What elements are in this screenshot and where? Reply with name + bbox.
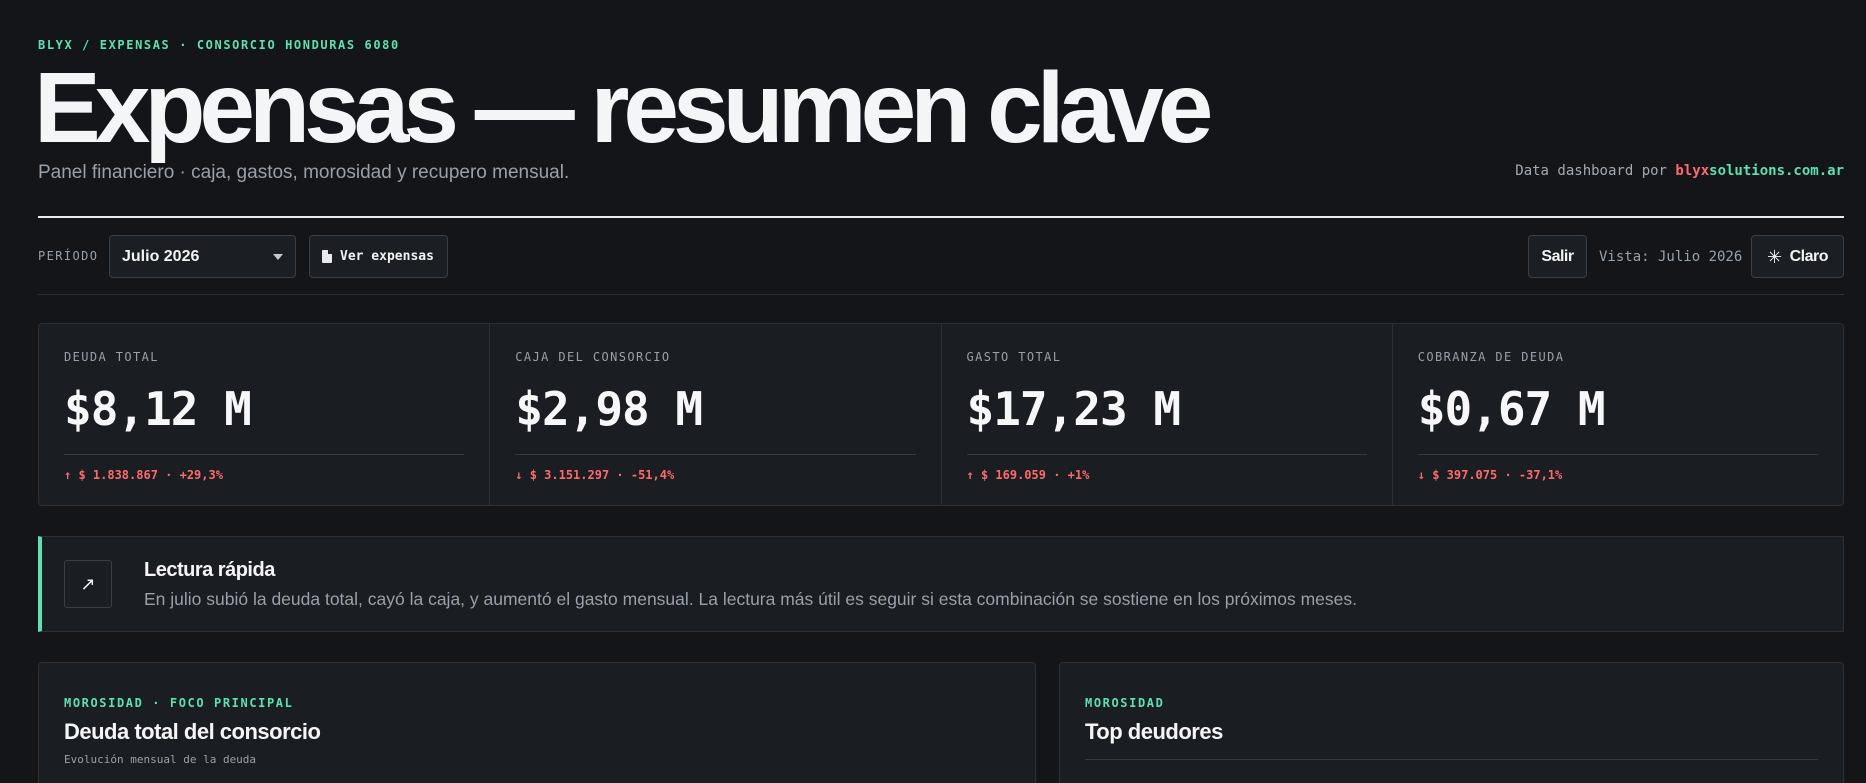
kpi-row: DEUDA TOTAL $8,12 M ↑ $ 1.838.867 · +29,… — [38, 323, 1844, 506]
kpi-card-deuda-total: DEUDA TOTAL $8,12 M ↑ $ 1.838.867 · +29,… — [39, 324, 491, 505]
toolbar-divider — [38, 294, 1844, 295]
kpi-value: $8,12 M — [64, 382, 252, 436]
credit-brand-b: solutions.com.ar — [1709, 163, 1844, 179]
panel-eyebrow: MOROSIDAD · FOCO PRINCIPAL — [64, 696, 294, 710]
page-title: Expensas — resumen clave — [34, 52, 1213, 164]
insight-text: En julio subió la deuda total, cayó la c… — [144, 589, 1358, 609]
trend-up-icon: ↗ — [64, 560, 112, 608]
toolbar: PERÍODO Julio 2026 Ver expensas Salir Vi… — [38, 234, 1844, 280]
panel-title: Deuda total del consorcio — [64, 719, 321, 744]
kpi-value: $17,23 M — [966, 382, 1182, 436]
panel-title: Top deudores — [1085, 719, 1223, 744]
kpi-card-caja: CAJA DEL CONSORCIO $2,98 M ↓ $ 3.151.297… — [490, 324, 942, 505]
credit-brand-a: blyx — [1675, 163, 1710, 179]
kpi-delta: ↓ $ 3.151.297 · -51,4% — [515, 468, 675, 482]
insight-callout: ↗ Lectura rápida En julio subió la deuda… — [38, 536, 1844, 632]
kpi-value: $0,67 M — [1417, 382, 1606, 436]
theme-toggle-label: Claro — [1789, 247, 1829, 265]
kpi-delta: ↑ $ 1.838.867 · +29,3% — [64, 468, 223, 482]
kpi-card-cobranza: COBRANZA DE DEUDA $0,67 M ↓ $ 397.075 · … — [1393, 324, 1843, 505]
top-deudores-panel: MOROSIDAD Top deudores — [1059, 662, 1844, 783]
kpi-divider — [1417, 454, 1818, 455]
panel-eyebrow: MOROSIDAD — [1085, 696, 1165, 710]
period-select-value: Julio 2026 — [122, 248, 200, 265]
kpi-label: CAJA DEL CONSORCIO — [515, 350, 671, 364]
panel-divider — [1085, 759, 1818, 760]
kpi-value: $2,98 M — [515, 382, 703, 436]
kpi-divider — [64, 454, 465, 455]
period-label: PERÍODO — [38, 249, 99, 263]
sun-icon: ✳ — [1767, 246, 1782, 267]
credit: Data dashboard por blyxsolutions.com.ar — [1515, 163, 1844, 179]
credit-link[interactable]: blyxsolutions.com.ar — [1675, 163, 1844, 179]
page: BLYX / EXPENSAS · CONSORCIO HONDURAS 608… — [34, 0, 1844, 783]
theme-toggle-button[interactable]: ✳ Claro — [1751, 235, 1844, 278]
kpi-divider — [515, 454, 916, 455]
vista-text: Vista: Julio 2026 — [1599, 249, 1743, 265]
kpi-label: DEUDA TOTAL — [64, 350, 159, 364]
page-subtitle: Panel financiero · caja, gastos, morosid… — [38, 162, 570, 183]
kpi-label: COBRANZA DE DEUDA — [1417, 350, 1565, 364]
breadcrumb: BLYX / EXPENSAS · CONSORCIO HONDURAS 608… — [38, 38, 400, 52]
deuda-total-panel: MOROSIDAD · FOCO PRINCIPAL Deuda total d… — [38, 662, 1036, 783]
period-select[interactable]: Julio 2026 — [109, 235, 296, 278]
kpi-divider — [966, 454, 1367, 455]
kpi-delta: ↑ $ 169.059 · +1% — [966, 468, 1090, 482]
kpi-label: GASTO TOTAL — [966, 350, 1062, 364]
credit-prefix: Data dashboard por — [1515, 163, 1667, 179]
insight-title: Lectura rápida — [144, 559, 275, 581]
ver-expensas-label: Ver expensas — [340, 249, 434, 264]
salir-button[interactable]: Salir — [1528, 235, 1587, 278]
chevron-down-icon — [273, 254, 283, 260]
header-divider — [38, 216, 1844, 218]
kpi-delta: ↓ $ 397.075 · -37,1% — [1417, 468, 1563, 482]
panel-subtitle: Evolución mensual de la deuda — [64, 753, 257, 766]
document-icon — [322, 250, 332, 263]
kpi-card-gasto-total: GASTO TOTAL $17,23 M ↑ $ 169.059 · +1% — [942, 324, 1393, 505]
ver-expensas-button[interactable]: Ver expensas — [309, 235, 448, 278]
